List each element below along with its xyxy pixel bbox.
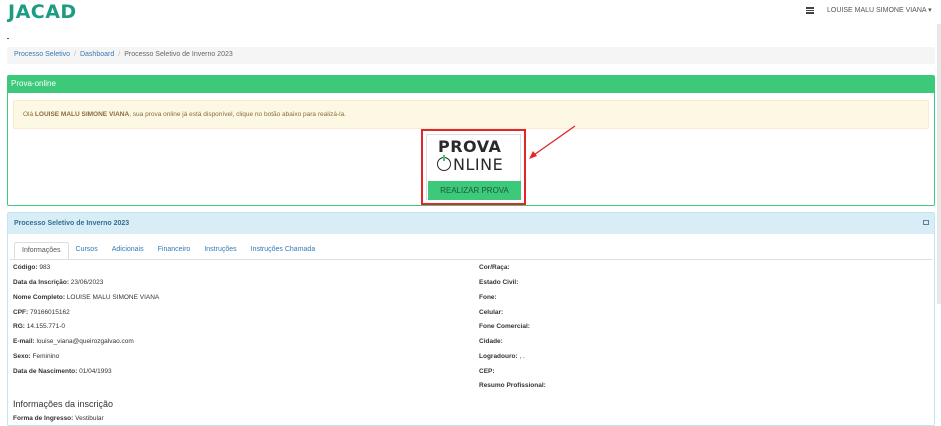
processo-panel-title: Processo Seletivo de Inverno 2023: [14, 220, 130, 227]
field-data-nascimento: Data de Nascimento: 01/04/1993: [13, 368, 112, 375]
field-codigo: Código: 983: [13, 264, 50, 271]
field-nome-completo: Nome Completo: LOUISE MALU SIMONE VIANA: [13, 294, 159, 301]
field-resumo-profissional: Resumo Profissional:: [479, 382, 546, 389]
prova-logo-text: PROVA: [438, 137, 502, 156]
tab-instrucoes[interactable]: Instruções: [197, 242, 243, 259]
alert-prefix: Olá: [23, 111, 35, 118]
field-label: Estado Civil:: [479, 279, 519, 286]
field-label: Data de Nascimento:: [13, 368, 78, 375]
field-label: Resumo Profissional:: [479, 382, 546, 389]
tab-cursos[interactable]: Cursos: [69, 242, 105, 259]
tab-instrucoes-chamada[interactable]: Instruções Chamada: [244, 242, 323, 259]
alert-suffix: , sua prova online já está disponível, c…: [129, 111, 346, 118]
field-value: 14.155.771-0: [24, 323, 66, 330]
alert-name: LOUISE MALU SIMONE VIANA: [34, 111, 130, 118]
field-sexo: Sexo: Feminino: [13, 353, 59, 360]
breadcrumb: Processo Seletivo / Dashboard / Processo Sel…: [7, 47, 935, 64]
field-email: E-mail: louise_viana@queirozgalvao.com: [13, 338, 134, 345]
field-cidade: Cidade:: [479, 338, 503, 345]
field-label: Fone Comercial:: [479, 323, 530, 330]
prova-online-title: Prova-online: [8, 76, 934, 93]
section-title-inscricao: Informações da inscrição: [13, 399, 114, 409]
field-label: Sexo:: [13, 353, 31, 360]
processo-seletivo-panel: Processo Seletivo de Inverno 2023 Inform…: [7, 212, 935, 426]
jacad-logo[interactable]: JACAD: [8, 1, 77, 23]
field-cor-raca: Cor/Raça:: [479, 264, 510, 271]
field-data-inscricao: Data da Inscrição: 23/06/2023: [13, 279, 103, 286]
field-fone: Fone:: [479, 294, 497, 301]
field-cep: CEP:: [479, 368, 495, 375]
top-navbar: JACAD LOUISE MALU SIMONE VIANA ▾: [0, 0, 941, 24]
field-value: 79166015162: [28, 309, 70, 316]
field-celular: Celular:: [479, 309, 503, 316]
field-value: Feminino: [30, 353, 60, 360]
field-value: LOUISE MALU SIMONE VIANA: [65, 294, 160, 301]
divider-dot: [7, 38, 9, 39]
field-label: Nome Completo:: [13, 294, 65, 301]
prova-online-panel: Prova-online Olá LOUISE MALU SIMONE VIAN…: [7, 75, 935, 206]
breadcrumb-dashboard[interactable]: Dashboard: [80, 51, 114, 58]
field-label: CEP:: [479, 368, 495, 375]
breadcrumb-current: Processo Seletivo de Inverno 2023: [124, 51, 233, 58]
panel-collapse-icon[interactable]: [923, 220, 929, 225]
field-value: 01/04/1993: [77, 368, 112, 375]
field-label: Forma de Ingresso:: [13, 415, 74, 422]
tabs-divider: [10, 259, 932, 260]
field-label: Data da Inscrição:: [13, 279, 69, 286]
breadcrumb-processo-seletivo[interactable]: Processo Seletivo: [14, 51, 70, 58]
grid-menu-icon[interactable]: [806, 7, 814, 14]
field-label: E-mail:: [13, 338, 35, 345]
realizar-prova-button[interactable]: REALIZAR PROVA: [428, 181, 521, 200]
field-value: , .: [517, 353, 525, 360]
online-logo-rest: NLINE: [453, 155, 504, 174]
field-label: RG:: [13, 323, 25, 330]
field-value: 23/06/2023: [69, 279, 104, 286]
field-rg: RG: 14.155.771-0: [13, 323, 65, 330]
info-tabs: Informações Cursos Adicionais Financeiro…: [14, 242, 322, 259]
tab-informacoes[interactable]: Informações: [14, 242, 69, 259]
field-value: louise_viana@queirozgalvao.com: [34, 338, 134, 345]
page-scrollbar[interactable]: [937, 24, 941, 304]
user-menu-dropdown[interactable]: LOUISE MALU SIMONE VIANA ▾: [827, 6, 932, 14]
field-label: Fone:: [479, 294, 497, 301]
processo-panel-header: Processo Seletivo de Inverno 2023: [8, 213, 934, 234]
field-label: CPF:: [13, 309, 29, 316]
field-value: 983: [37, 264, 51, 271]
prova-alert: Olá LOUISE MALU SIMONE VIANA, sua prova …: [13, 100, 929, 129]
online-logo-text: NLINE: [438, 155, 503, 174]
field-label: Código:: [13, 264, 38, 271]
prova-online-card[interactable]: PROVA NLINE REALIZAR PROVA: [426, 134, 521, 200]
field-label: Cidade:: [479, 338, 503, 345]
annotation-arrow-icon: [529, 125, 576, 159]
tab-adicionais[interactable]: Adicionais: [105, 242, 151, 259]
prova-online-highlight: PROVA NLINE REALIZAR PROVA: [421, 129, 526, 205]
field-logradouro: Logradouro: , .: [479, 353, 525, 360]
field-fone-comercial: Fone Comercial:: [479, 323, 530, 330]
field-cpf: CPF: 79166015162: [13, 309, 70, 316]
field-label: Celular:: [479, 309, 504, 316]
field-estado-civil: Estado Civil:: [479, 279, 518, 286]
field-value: Vestibular: [73, 415, 104, 422]
field-label: Logradouro:: [479, 353, 518, 360]
field-forma-ingresso: Forma de Ingresso: Vestibular: [13, 415, 104, 422]
field-label: Cor/Raça:: [479, 264, 510, 271]
tab-financeiro[interactable]: Financeiro: [151, 242, 198, 259]
